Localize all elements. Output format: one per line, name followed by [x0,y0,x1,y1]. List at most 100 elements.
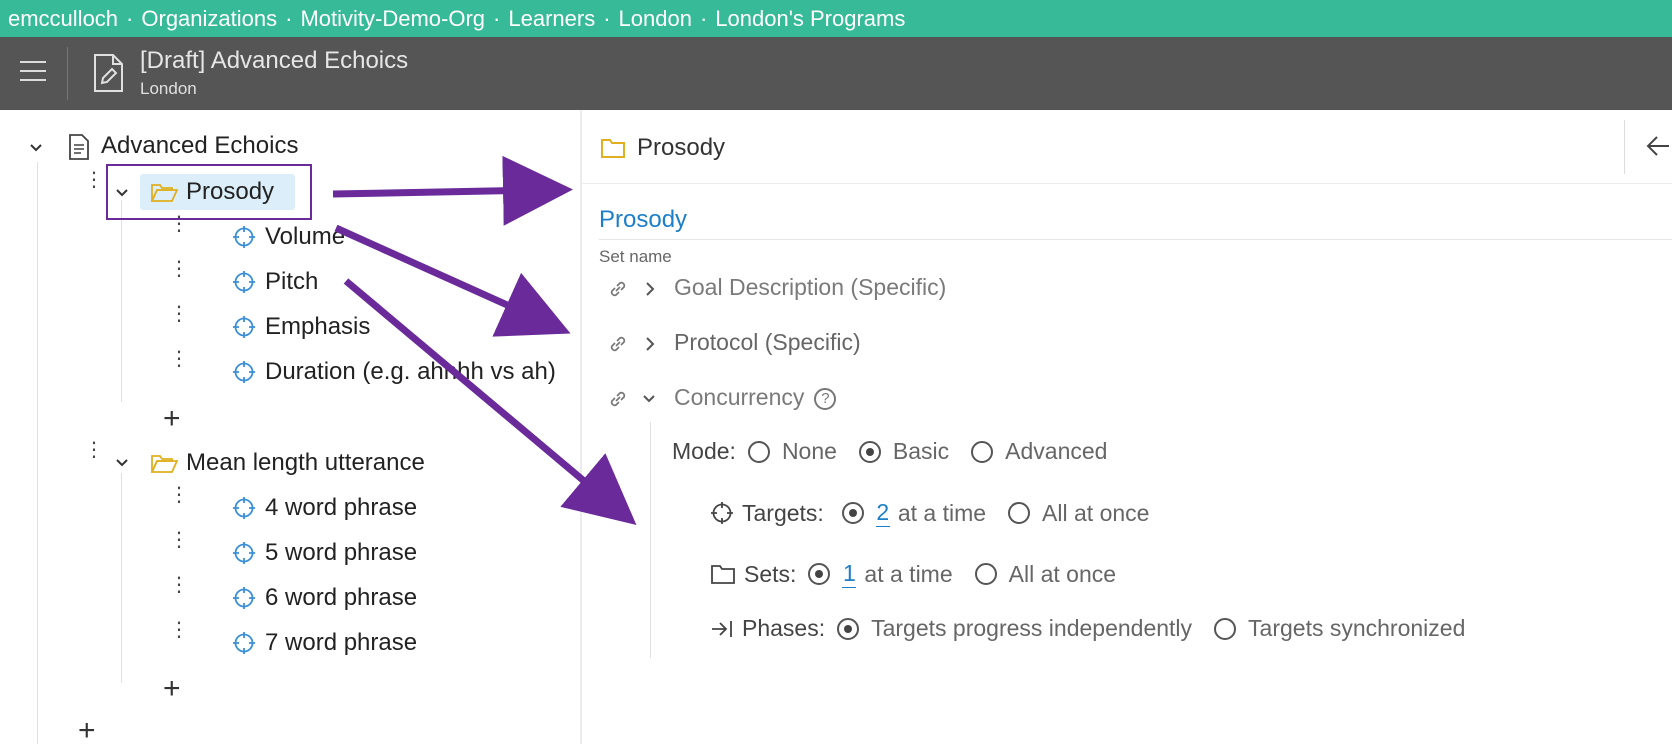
breadcrumb-separator: · [699,6,708,31]
link-icon[interactable] [607,333,629,355]
kebab-menu-icon[interactable]: ⋮ [169,530,189,550]
concurrency-label: Concurrency [674,384,805,410]
target-label[interactable]: Duration (e.g. ahhhh vs ah) [265,354,556,390]
phases-independent-label[interactable]: Targets progress independently [871,615,1192,642]
add-set-button[interactable]: + [78,716,96,744]
arrow-right-to-line-icon [712,620,732,637]
target-label[interactable]: 4 word phrase [265,490,417,526]
kebab-menu-icon[interactable]: ⋮ [169,485,189,505]
add-target-button[interactable]: + [163,404,181,434]
target-icon [233,587,255,609]
phases-label: Phases: [742,615,826,641]
kebab-menu-icon[interactable]: ⋮ [169,259,189,279]
folder-label-mlu[interactable]: Mean length utterance [186,445,425,481]
help-icon[interactable]: ? [814,387,837,410]
concurrency-section[interactable]: Concurrency? [674,384,837,411]
targets-count-input[interactable]: 2 [875,499,890,527]
add-target-button[interactable]: + [163,674,181,704]
chevron-down-icon[interactable] [114,455,130,471]
link-icon[interactable] [607,388,629,410]
sets-all-radio[interactable] [974,563,997,585]
crosshair-icon [711,502,733,524]
link-icon[interactable] [607,278,629,300]
set-name-underline [599,239,1672,240]
target-icon [233,226,255,248]
learner-name: London [140,79,197,98]
header-divider [1624,120,1625,174]
protocol-section[interactable]: Protocol (Specific) [674,329,861,356]
mode-basic-radio[interactable] [858,440,881,463]
kebab-menu-icon[interactable]: ⋮ [169,620,189,640]
breadcrumb-item-learner[interactable]: London [619,6,692,31]
mode-advanced-label[interactable]: Advanced [1005,438,1107,465]
breadcrumb-item-user[interactable]: emcculloch [8,6,118,31]
chevron-right-icon[interactable] [643,281,657,297]
document-icon [69,134,89,160]
phases-independent-radio[interactable] [837,617,860,640]
header-divider [67,47,68,100]
chevron-right-icon[interactable] [643,336,657,352]
target-icon [233,497,255,519]
kebab-menu-icon[interactable]: ⋮ [169,349,189,369]
targets-count-radio[interactable] [841,502,864,524]
mode-row: Mode: None Basic Advanced [672,438,1107,465]
sets-count-input[interactable]: 1 [842,560,857,588]
goal-description-section[interactable]: Goal Description (Specific) [674,274,946,301]
breadcrumb-item-organizations[interactable]: Organizations [141,6,277,31]
target-label[interactable]: 7 word phrase [265,625,417,661]
arrow-left-icon[interactable] [1645,134,1671,158]
breadcrumb-item-org[interactable]: Motivity-Demo-Org [300,6,485,31]
target-label[interactable]: Volume [265,219,345,255]
mode-advanced-radio[interactable] [971,440,994,463]
kebab-menu-icon[interactable]: ⋮ [169,214,189,234]
folder-icon [601,139,625,158]
breadcrumb-item-learners[interactable]: Learners [508,6,595,31]
edit-document-icon [92,53,124,98]
folder-icon [711,565,735,584]
sets-label: Sets: [744,560,797,587]
annotation-outline [106,164,312,220]
mode-basic-label[interactable]: Basic [893,438,949,465]
tree-guide-line [121,473,122,683]
target-icon [233,542,255,564]
kebab-menu-icon[interactable]: ⋮ [169,575,189,595]
breadcrumb-separator: · [603,6,611,31]
tree-guide-line [37,162,38,744]
mode-label: Mode: [672,438,736,464]
phases-synchronized-label[interactable]: Targets synchronized [1248,615,1465,642]
target-label[interactable]: 6 word phrase [265,580,417,616]
target-label[interactable]: Pitch [265,264,318,300]
mode-none-label[interactable]: None [782,438,837,465]
targets-all-radio[interactable] [1008,502,1031,524]
breadcrumb-item-programs[interactable]: London's Programs [715,6,905,31]
target-label[interactable]: Emphasis [265,309,370,345]
target-icon [233,271,255,293]
targets-row: Targets: 2 at a time All at once [710,499,1149,527]
breadcrumb: emcculloch · Organizations · Motivity-Demo-O… [0,0,1672,37]
panel-title: Prosody [637,134,726,161]
set-name-input[interactable]: Prosody [599,206,687,234]
phases-row: Phases: Targets progress independently T… [710,615,1465,642]
kebab-menu-icon[interactable]: ⋮ [84,170,104,190]
tree-guide-line [121,200,122,402]
phases-synchronized-radio[interactable] [1214,617,1237,640]
targets-all-label[interactable]: All at once [1042,500,1149,527]
panel-header-divider [582,183,1672,184]
breadcrumb-separator: · [285,6,293,31]
chevron-down-icon[interactable] [28,140,44,156]
tree-root-label[interactable]: Advanced Echoics [101,128,298,164]
kebab-menu-icon[interactable]: ⋮ [169,304,189,324]
target-icon [233,316,255,338]
sets-all-label[interactable]: All at once [1009,561,1116,588]
section-guide-line [650,422,651,658]
sets-count-radio[interactable] [808,563,831,585]
chevron-down-icon[interactable] [641,392,657,406]
breadcrumb-separator: · [493,6,501,31]
sets-at-a-time-label: at a time [864,560,953,587]
program-tree: Advanced Echoics ⋮ Prosody ⋮ Volume ⋮ Pi… [0,110,580,744]
target-icon [233,361,255,383]
mode-none-radio[interactable] [747,440,770,463]
hamburger-menu-icon[interactable] [20,61,46,85]
kebab-menu-icon[interactable]: ⋮ [84,440,104,460]
target-label[interactable]: 5 word phrase [265,535,417,571]
